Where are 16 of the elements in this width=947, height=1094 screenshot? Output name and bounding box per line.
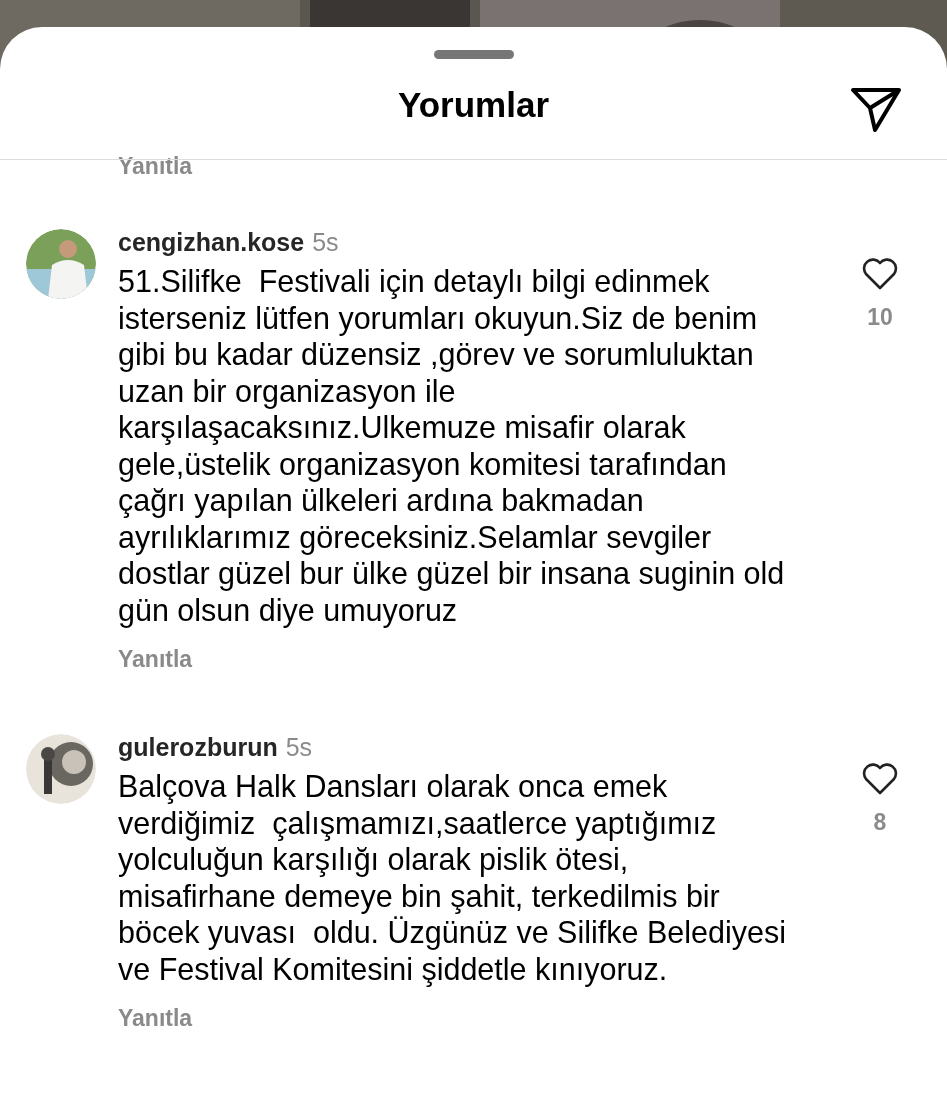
sheet-title: Yorumlar [397, 85, 550, 125]
comment-text: Balçova Halk Dansları olarak onca emek verdiğimiz çalışmamızı,saatlerce yaptığımız yolculuğun karşılığı olarak pislik ötesi, misafirhane demeye bin şahit, terkedilmis bir böcek yuvası oldu. Üzgünüz ve Silifke Belediyesi ve Festival Komitesini şiddetle kınıyoruz. [118, 768, 787, 987]
heart-icon[interactable] [862, 258, 898, 290]
like-count: 10 [867, 304, 893, 331]
heart-icon[interactable] [862, 763, 898, 795]
comment-text: 51.Silifke Festivali için detaylı bilgi edinmek isterseniz lütfen yorumları okuyun.Siz de benim gibi bu kadar düzensiz ,görev ve sorumluluktan uzan bir organizasyon ile karşılaşacaksınız.Ulkemuze misafir olarak gele,üstelik organizasyon komitesi tarafından çağrı yapılan ülkeleri ardına bakmadan ayrılıklarımız göreceksiniz.Selamlar sevgiler dostlar güzel bur ülke güzel bir insana suginin old gün olsun diye umuyoruz [118, 263, 786, 628]
send-icon[interactable] [850, 86, 902, 134]
like-count: 8 [873, 809, 887, 836]
comment-time: 5s [285, 733, 313, 762]
username[interactable]: cengizhan.kose [118, 228, 305, 257]
comment-time: 5s [312, 228, 339, 257]
username[interactable]: gulerozburun [118, 733, 278, 762]
reply-link[interactable]: Yanıtla [118, 1005, 193, 1032]
drag-handle[interactable] [433, 50, 514, 59]
reply-link[interactable]: Yanıtla [118, 646, 193, 673]
reply-link[interactable]: Yanıtla [118, 153, 193, 180]
